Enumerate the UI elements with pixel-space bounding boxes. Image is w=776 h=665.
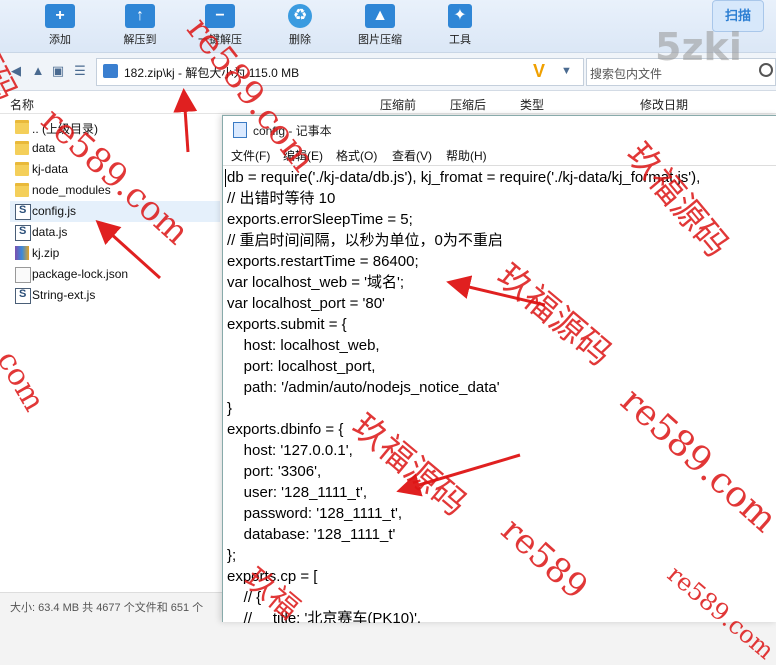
notepad-title: config - 记事本 — [253, 124, 332, 138]
file-name: data — [32, 141, 56, 155]
code-line: port: localhost_port, — [227, 358, 376, 375]
chevron-down-icon[interactable]: ▼ — [561, 65, 572, 77]
status-text: 大小: 63.4 MB 共 4677 个文件和 651 个 — [10, 602, 204, 614]
extract-to-label: 解压到 — [123, 34, 157, 46]
one-click-extract-label: 一键解压 — [198, 34, 242, 46]
v-logo-icon: V — [533, 61, 546, 81]
code-line: }; — [227, 547, 237, 564]
folder-icon — [15, 120, 29, 134]
notepad-titlebar[interactable]: config - 记事本 — [223, 116, 776, 143]
js-file-icon — [15, 204, 31, 220]
address-field[interactable]: 182.zip\kj - 解包大小为 115.0 MB V ▼ — [96, 58, 584, 86]
image-compress-button[interactable]: ▲ 图片压缩 — [348, 0, 412, 52]
one-click-extract-button[interactable]: − 一键解压 — [188, 0, 252, 52]
file-name: kj-data — [32, 162, 69, 176]
notepad-menubar: 文件(F) 编辑(E) 格式(O) 查看(V) 帮助(H) — [223, 144, 776, 164]
add-button[interactable]: + 添加 — [28, 0, 92, 52]
folder-icon — [15, 141, 29, 155]
col-name[interactable]: 名称 — [10, 96, 34, 113]
search-icon[interactable] — [759, 63, 773, 77]
tools-icon: ✦ — [448, 4, 472, 28]
address-path: 182.zip\kj - 解包大小为 115.0 MB — [124, 66, 300, 80]
folder-icon — [15, 183, 29, 197]
list-item-selected[interactable]: config.js — [10, 201, 220, 222]
list-item[interactable]: String-ext.js — [10, 285, 220, 306]
file-name: package-lock.json — [32, 267, 129, 281]
code-line: var localhost_web = '域名'; — [227, 274, 405, 291]
file-list: .. (上级目录) data kj-data node_modules conf… — [0, 114, 222, 592]
tools-button[interactable]: ✦ 工具 — [428, 0, 492, 52]
code-line: exports.cp = [ — [227, 568, 318, 585]
zip-file-icon — [15, 246, 29, 260]
list-item[interactable]: package-lock.json — [10, 264, 220, 285]
col-type[interactable]: 类型 — [520, 96, 544, 113]
js-file-icon — [15, 225, 31, 241]
file-name: data.js — [32, 225, 68, 239]
code-line: host: localhost_web, — [227, 337, 380, 354]
code-line: user: '128_1111_t', — [227, 484, 367, 501]
file-name: config.js — [32, 204, 77, 218]
list-item[interactable]: kj.zip — [10, 243, 220, 264]
delete-button[interactable]: ♻ 删除 — [268, 0, 332, 52]
col-size-after[interactable]: 压缩后 — [450, 96, 486, 113]
code-line: // { — [227, 589, 262, 606]
code-line: database: '128_1111_t' — [227, 526, 396, 543]
code-line: host: '127.0.0.1', — [227, 442, 353, 459]
delete-label: 删除 — [289, 34, 311, 46]
image-icon: ▲ — [365, 4, 395, 28]
json-file-icon — [15, 267, 31, 283]
code-line: exports.dbinfo = { — [227, 421, 344, 438]
file-name: kj.zip — [32, 246, 60, 260]
file-name: .. (上级目录) — [32, 122, 98, 136]
notepad-text-area[interactable]: db = require('./kj-data/db.js'), kj_from… — [223, 165, 776, 623]
menu-help[interactable]: 帮助(H) — [446, 147, 487, 164]
image-compress-label: 图片压缩 — [358, 34, 402, 46]
list-item[interactable]: data.js — [10, 222, 220, 243]
tools-label: 工具 — [449, 34, 471, 46]
folder-icon — [103, 64, 118, 78]
list-item[interactable]: node_modules — [10, 180, 220, 201]
notepad-window: config - 记事本 文件(F) 编辑(E) 格式(O) 查看(V) 帮助(… — [222, 115, 776, 623]
add-icon: + — [45, 4, 75, 28]
up-icon[interactable]: ▲ — [30, 63, 46, 79]
list-item[interactable]: .. (上级目录) — [10, 117, 220, 138]
col-size-before[interactable]: 压缩前 — [380, 96, 416, 113]
code-line: exports.submit = { — [227, 316, 347, 333]
search-placeholder: 搜索包内文件 — [590, 67, 663, 81]
list-view-icon[interactable]: ☰ — [72, 63, 88, 79]
one-click-extract-icon: − — [205, 4, 235, 28]
menu-view[interactable]: 查看(V) — [392, 147, 432, 164]
col-modified[interactable]: 修改日期 — [640, 96, 688, 113]
brand-watermark: 5zki — [655, 25, 742, 69]
code-line: exports.restartTime = 86400; — [227, 253, 419, 270]
code-line: port: '3306', — [227, 463, 322, 480]
text-caret — [225, 169, 226, 187]
back-icon[interactable]: ◀ — [8, 63, 24, 79]
folder-icon — [15, 162, 29, 176]
menu-format[interactable]: 格式(O) — [336, 147, 377, 164]
column-header: 名称 压缩前 压缩后 类型 修改日期 — [0, 91, 776, 114]
add-label: 添加 — [49, 34, 71, 46]
menu-edit[interactable]: 编辑(E) — [283, 147, 323, 164]
status-bar: 大小: 63.4 MB 共 4677 个文件和 651 个 — [0, 592, 222, 622]
code-line: var localhost_port = '80' — [227, 295, 385, 312]
code-line: db = require('./kj-data/db.js'), kj_from… — [227, 169, 701, 186]
js-file-icon — [15, 288, 31, 304]
thumbnail-view-icon[interactable]: ▣ — [50, 63, 66, 79]
code-line: } — [227, 400, 233, 417]
file-name: node_modules — [32, 183, 111, 197]
recycle-icon: ♻ — [288, 4, 312, 28]
code-line: path: '/admin/auto/nodejs_notice_data' — [227, 379, 500, 396]
extract-to-button[interactable]: ↑ 解压到 — [108, 0, 172, 52]
notepad-icon — [233, 122, 247, 138]
code-line: password: '128_1111_t', — [227, 505, 403, 522]
code-line: // 重启时间间隔，以秒为单位，0为不重启 — [227, 232, 503, 249]
code-line: // 出错时等待 10 — [227, 190, 336, 207]
extract-icon: ↑ — [125, 4, 155, 28]
code-line: exports.errorSleepTime = 5; — [227, 211, 413, 228]
file-name: String-ext.js — [32, 288, 96, 302]
list-item[interactable]: data — [10, 138, 220, 159]
menu-file[interactable]: 文件(F) — [231, 147, 270, 164]
list-item[interactable]: kj-data — [10, 159, 220, 180]
